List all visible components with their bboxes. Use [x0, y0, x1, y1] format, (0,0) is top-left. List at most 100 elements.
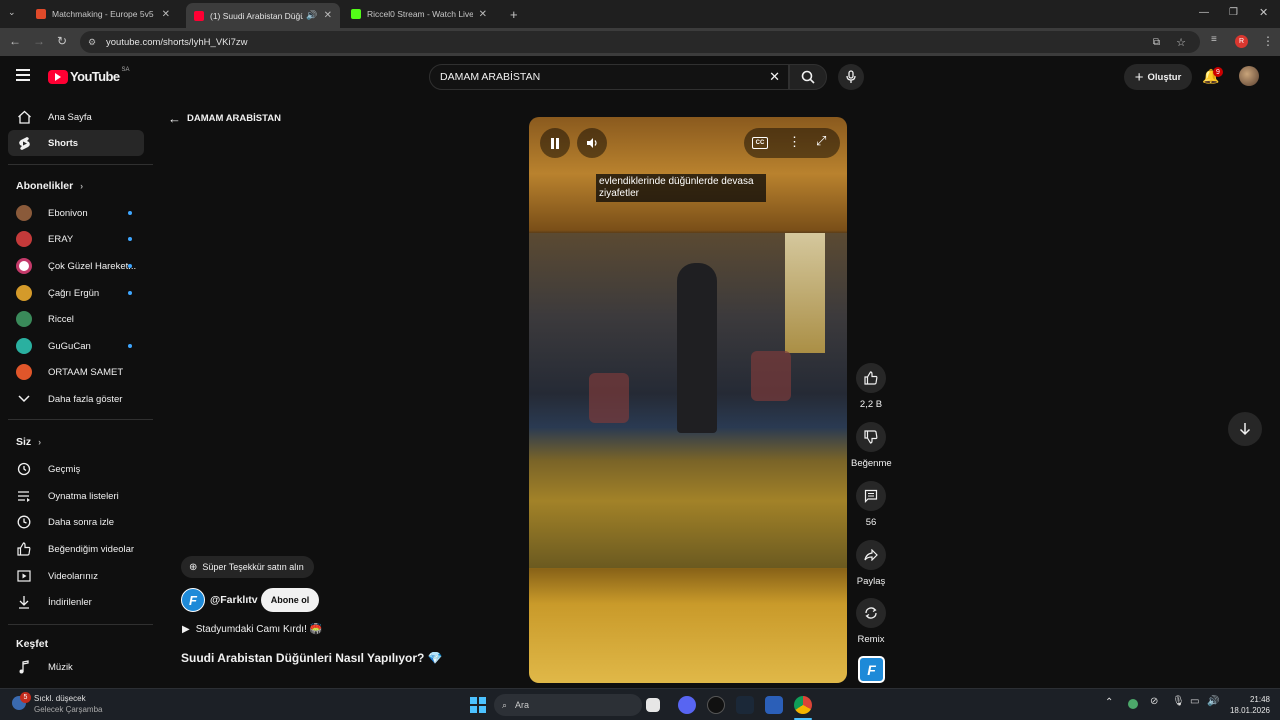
channel-avatar[interactable]: F: [181, 588, 205, 612]
subscription-item[interactable]: GuGuCan: [8, 333, 144, 359]
like-button[interactable]: 2,2 B: [851, 363, 891, 410]
tab-youtube-shorts[interactable]: (1) Suudi Arabistan Düğünl 🔊 ✕: [186, 3, 340, 28]
chrome-icon[interactable]: [794, 696, 812, 714]
install-app-icon[interactable]: ⧉: [1153, 37, 1160, 48]
obs-icon[interactable]: [707, 696, 725, 714]
minimize-icon[interactable]: —: [1199, 7, 1209, 18]
subscription-item[interactable]: ERAY: [8, 226, 144, 252]
dislike-button[interactable]: Beğenme: [851, 422, 892, 469]
sidebar-item-shorts[interactable]: Shorts: [8, 130, 144, 156]
taskbar-clock[interactable]: 21:48 18.01.2026: [1226, 694, 1270, 716]
window-close-icon[interactable]: ✕: [1259, 6, 1268, 19]
restore-icon[interactable]: ❐: [1229, 7, 1238, 18]
search-button[interactable]: [789, 64, 827, 90]
subscriptions-heading[interactable]: Abonelikler ›: [16, 180, 83, 192]
tray-overflow-icon[interactable]: ⌃: [1105, 697, 1113, 708]
tab-search-icon[interactable]: ⌄: [8, 7, 16, 18]
volume-button[interactable]: [577, 128, 607, 158]
tab-title: (1) Suudi Arabistan Düğünl: [210, 10, 304, 21]
youtube-favicon-icon: [194, 10, 204, 21]
tray-mic-icon[interactable]: 🎙: [1172, 696, 1185, 707]
next-short-button[interactable]: [1228, 412, 1262, 446]
home-icon: [16, 109, 32, 125]
chevron-down-icon: [16, 391, 32, 407]
remix-button[interactable]: Remix: [851, 598, 891, 645]
tab-matchmaking[interactable]: Matchmaking - Europe 5v5 Qu ✕: [28, 3, 178, 25]
super-thanks-button[interactable]: ⊕ Süper Teşekkür satın alın: [181, 556, 314, 578]
you-heading[interactable]: Siz ›: [16, 436, 41, 448]
search-input[interactable]: DAMAM ARABİSTAN ✕: [429, 64, 789, 90]
weather-subline: Gelecek Çarşamba: [34, 705, 103, 714]
sidebar-item-watch-later[interactable]: Daha sonra izle: [8, 509, 144, 535]
sidebar-item-home[interactable]: Ana Sayfa: [8, 104, 144, 130]
fullscreen-icon[interactable]: ⤢: [816, 133, 826, 149]
tab-title: Matchmaking - Europe 5v5 Qu: [52, 9, 156, 19]
guide-menu-icon[interactable]: [16, 69, 30, 81]
clock-time: 21:48: [1249, 695, 1270, 704]
account-avatar[interactable]: [1239, 66, 1259, 86]
tray-volume-icon[interactable]: 🔊: [1207, 696, 1219, 707]
sidebar-item-music[interactable]: Müzik: [8, 654, 144, 680]
thumbs-down-icon: [856, 422, 886, 452]
tray-app-icon[interactable]: [1128, 699, 1138, 709]
show-more-label: Daha fazla göster: [48, 393, 123, 405]
bookmark-star-icon[interactable]: ☆: [1176, 36, 1186, 49]
sidebar-item-playlists[interactable]: Oynatma listeleri: [8, 483, 144, 509]
channel-thumbnail-icon[interactable]: F: [858, 656, 885, 683]
tray-ethernet-icon[interactable]: ▭: [1190, 696, 1199, 707]
sidebar-item-history[interactable]: Geçmiş: [8, 456, 144, 482]
shorts-icon: [16, 135, 32, 151]
share-label: Paylaş: [856, 576, 886, 587]
subscription-item[interactable]: Çağrı Ergün: [8, 280, 144, 306]
taskbar-search-placeholder: Ara: [515, 700, 530, 710]
windows-taskbar: 5 Sıckl. düşecek Gelecek Çarşamba ⌕ Ara …: [0, 688, 1280, 720]
tray-network-icon[interactable]: ⊘: [1150, 696, 1158, 707]
tab-kick-stream[interactable]: Riccel0 Stream - Watch Live on ✕: [343, 3, 495, 25]
kick-favicon-icon: [351, 9, 361, 19]
steam-icon[interactable]: [736, 696, 754, 714]
browser-menu-icon[interactable]: ⋮: [1262, 34, 1274, 48]
forward-icon[interactable]: →: [33, 34, 45, 48]
task-view-icon[interactable]: [646, 698, 660, 712]
subscription-item[interactable]: Çok Güzel Hareket...: [8, 253, 144, 279]
comments-button[interactable]: 56: [851, 481, 891, 528]
tab-close-icon[interactable]: ✕: [324, 10, 332, 21]
reload-icon[interactable]: ↻: [57, 34, 67, 48]
sidebar-item-liked-videos[interactable]: Beğendiğim videolar: [8, 536, 144, 562]
show-more-button[interactable]: Daha fazla göster: [8, 386, 144, 412]
sidebar-item-downloads[interactable]: İndirilenler: [8, 589, 144, 615]
youtube-play-logo-icon: [48, 69, 68, 84]
taskbar-search[interactable]: ⌕ Ara: [494, 694, 642, 716]
subscription-item[interactable]: Ebonivon: [8, 200, 144, 226]
media-controls-icon[interactable]: ≡: [1211, 34, 1217, 45]
linked-video-link[interactable]: ▶ Stadyumdaki Camı Kırdı! 🏟️: [182, 624, 322, 635]
shorts-video-player[interactable]: CC ⋮ ⤢ evlendiklerinde düğünlerde devasa…: [529, 117, 847, 683]
url-field[interactable]: ⚙ youtube.com/shorts/lyhH_VKi7zw ⧉ ☆: [80, 31, 1200, 53]
plus-icon: +: [1134, 68, 1144, 86]
pause-button[interactable]: [540, 128, 570, 158]
tab-close-icon[interactable]: ✕: [162, 9, 170, 20]
new-tab-button[interactable]: +: [502, 3, 526, 25]
more-options-icon[interactable]: ⋮: [788, 134, 801, 150]
tab-close-icon[interactable]: ✕: [479, 9, 487, 20]
youtube-logo[interactable]: YouTube SA: [48, 67, 130, 84]
faceit-launcher-icon[interactable]: [765, 696, 783, 714]
windows-start-icon[interactable]: [470, 697, 486, 713]
subscription-item[interactable]: ORTAAM SAMET: [8, 359, 144, 385]
subscription-item[interactable]: Riccel: [8, 306, 144, 332]
tab-audio-icon[interactable]: 🔊: [306, 10, 317, 21]
back-icon[interactable]: ←: [9, 34, 21, 48]
sidebar-item-your-videos[interactable]: Videolarınız: [8, 563, 144, 589]
site-info-icon[interactable]: ⚙: [88, 37, 96, 48]
subscription-label: Riccel: [48, 313, 74, 325]
profile-avatar-icon[interactable]: R: [1235, 35, 1248, 48]
captions-icon[interactable]: CC: [752, 137, 768, 149]
subscribe-button[interactable]: Abone ol: [261, 588, 319, 612]
shorts-back-link[interactable]: ← DAMAM ARABİSTAN: [168, 111, 281, 126]
clear-search-icon[interactable]: ✕: [769, 69, 780, 85]
discord-icon[interactable]: [678, 696, 696, 714]
share-button[interactable]: Paylaş: [851, 540, 891, 587]
voice-search-button[interactable]: [838, 64, 864, 90]
create-button[interactable]: + Oluştur: [1124, 64, 1192, 90]
channel-handle[interactable]: @Farklıtv: [210, 594, 258, 606]
